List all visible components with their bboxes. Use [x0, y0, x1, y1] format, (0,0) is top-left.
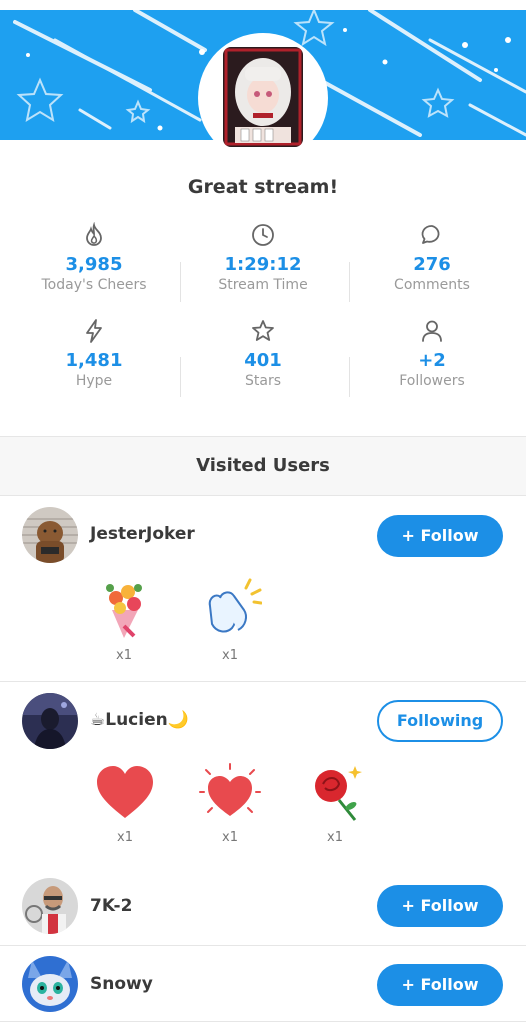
follow-button[interactable]: + Follow: [377, 515, 503, 557]
stat-stream-time: 1:29:12 Stream Time: [178, 222, 348, 293]
stat-value: 276: [413, 254, 451, 275]
user-name[interactable]: Snowy: [90, 974, 153, 994]
stat-label: Comments: [394, 277, 470, 293]
gift-quantity: x1: [222, 648, 238, 663]
clapping-hands-icon: [208, 578, 263, 633]
heart-icon: [97, 766, 153, 818]
visited-users-header: Visited Users: [0, 436, 526, 496]
top-strip: [0, 0, 526, 10]
stream-title: Great stream!: [187, 176, 339, 198]
gift-quantity: x1: [116, 648, 132, 663]
star-icon: [252, 320, 274, 341]
divider: [0, 1021, 526, 1022]
stat-label: Stream Time: [218, 277, 308, 293]
user-avatar[interactable]: [22, 956, 78, 1012]
user-name[interactable]: ☕Lucien🌙: [90, 710, 189, 730]
stat-value: 1,481: [65, 350, 123, 371]
person-icon: [422, 320, 442, 342]
stat-value: 401: [244, 350, 282, 371]
stat-stars: 401 Stars: [178, 318, 348, 389]
gift-item: x1: [195, 762, 265, 845]
gift-item: x1: [90, 762, 160, 845]
stat-value: 3,985: [65, 254, 123, 275]
fire-icon: [86, 222, 102, 246]
user-name[interactable]: JesterJoker: [90, 524, 195, 544]
follow-button[interactable]: + Follow: [377, 885, 503, 927]
divider: [0, 945, 526, 946]
user-avatar[interactable]: [22, 878, 78, 934]
gift-quantity: x1: [327, 830, 343, 845]
sparkle-heart-icon: [199, 763, 261, 816]
stat-todays-cheers: 3,985 Today's Cheers: [9, 222, 179, 293]
gift-item: x1: [89, 576, 159, 663]
stat-label: Stars: [244, 373, 281, 389]
stat-value: +2: [418, 350, 446, 371]
user-avatar[interactable]: [22, 693, 78, 749]
following-button[interactable]: Following: [377, 700, 503, 742]
stat-value: 1:29:12: [224, 254, 302, 275]
lightning-icon: [86, 319, 102, 343]
stat-comments: 276 Comments: [347, 222, 517, 293]
gift-item: x1: [195, 576, 265, 663]
stat-label: Followers: [399, 373, 465, 389]
user-name[interactable]: 7K-2: [90, 896, 132, 916]
gift-item: x1: [300, 762, 370, 845]
comment-icon: [421, 225, 440, 244]
streamer-avatar[interactable]: [223, 47, 303, 147]
section-title: Visited Users: [196, 455, 330, 476]
follow-button[interactable]: + Follow: [377, 964, 503, 1006]
stat-hype: 1,481 Hype: [9, 318, 179, 389]
gift-quantity: x1: [117, 830, 133, 845]
stat-label: Hype: [75, 373, 113, 389]
stat-followers: +2 Followers: [347, 318, 517, 389]
user-avatar[interactable]: [22, 507, 78, 563]
bouquet-icon: [106, 584, 142, 638]
divider: [0, 681, 526, 682]
stat-label: Today's Cheers: [41, 277, 147, 293]
clock-icon: [252, 224, 274, 246]
gift-quantity: x1: [222, 830, 238, 845]
rose-icon: [315, 766, 362, 821]
